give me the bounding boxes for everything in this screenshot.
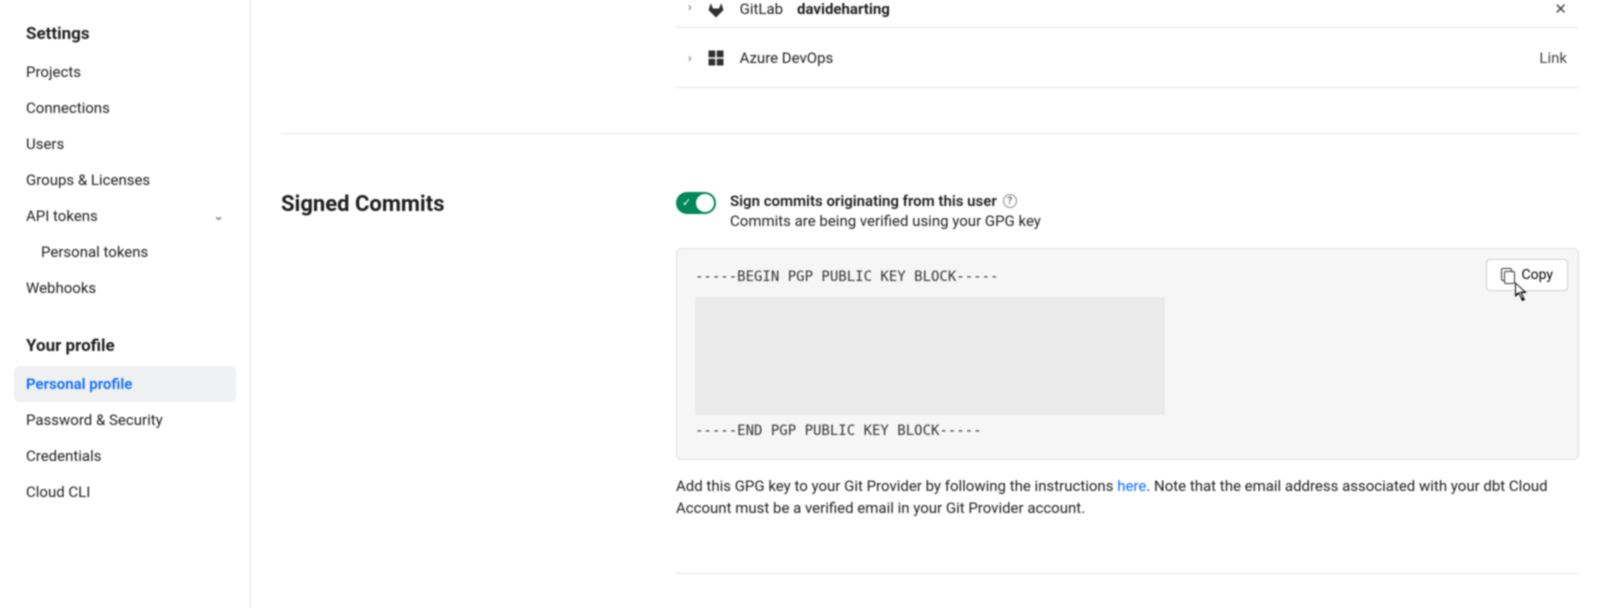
cursor-icon: [1515, 282, 1531, 304]
footnote-pre: Add this GPG key to your Git Provider by…: [676, 477, 1117, 495]
chevron-right-icon: ›: [688, 0, 692, 14]
signed-commits-section: Signed Commits ✓ Sign commits originatin…: [281, 134, 1579, 574]
sidebar-item-groups-licenses[interactable]: Groups & Licenses: [0, 162, 250, 198]
toggle-knob: [696, 194, 714, 212]
sidebar-item-label: Personal profile: [26, 375, 132, 393]
sidebar-item-label: Groups & Licenses: [26, 171, 150, 189]
sidebar-item-personal-profile[interactable]: Personal profile: [14, 366, 236, 402]
key-body-redacted: [695, 297, 1165, 415]
footnote: Add this GPG key to your Git Provider by…: [676, 476, 1579, 520]
azure-devops-icon: [706, 48, 726, 68]
copy-label: Copy: [1521, 267, 1553, 283]
provider-link-action[interactable]: Link: [1539, 49, 1567, 67]
sidebar-item-password-security[interactable]: Password & Security: [0, 402, 250, 438]
sidebar-item-label: Webhooks: [26, 279, 96, 297]
gpg-key-block: Copy -----BEGIN PGP PUBLIC KEY BLOCK----…: [676, 248, 1579, 460]
copy-icon: [1501, 268, 1514, 283]
sidebar-item-label: Cloud CLI: [26, 483, 90, 501]
help-icon[interactable]: ?: [1003, 194, 1017, 208]
provider-row-azure[interactable]: › Azure DevOps Link: [676, 28, 1579, 88]
sidebar-item-connections[interactable]: Connections: [0, 90, 250, 126]
sidebar-item-cloud-cli[interactable]: Cloud CLI: [0, 474, 250, 510]
sidebar-item-webhooks[interactable]: Webhooks: [0, 270, 250, 306]
sidebar-item-label: Password & Security: [26, 411, 163, 429]
settings-heading: Settings: [0, 14, 250, 54]
provider-username: davideharting: [797, 0, 890, 18]
toggle-sublabel: Commits are being verified using your GP…: [730, 212, 1041, 230]
sidebar-item-personal-tokens[interactable]: Personal tokens: [0, 234, 250, 270]
sidebar-item-label: Connections: [26, 99, 110, 117]
sidebar-item-label: API tokens: [26, 207, 98, 225]
sidebar-item-label: Projects: [26, 63, 81, 81]
provider-name: Azure DevOps: [740, 49, 834, 67]
sidebar-item-users[interactable]: Users: [0, 126, 250, 162]
gitlab-icon: [706, 0, 726, 20]
sidebar-item-projects[interactable]: Projects: [0, 54, 250, 90]
provider-row-gitlab[interactable]: › GitLab davideharting ✕: [676, 0, 1579, 28]
check-icon: ✓: [682, 196, 691, 209]
profile-heading: Your profile: [0, 326, 250, 366]
sidebar-item-label: Personal tokens: [41, 243, 148, 261]
footnote-link[interactable]: here: [1117, 477, 1146, 495]
key-end: -----END PGP PUBLIC KEY BLOCK-----: [695, 423, 1560, 439]
close-icon[interactable]: ✕: [1554, 0, 1567, 18]
chevron-down-icon: ⌄: [213, 209, 224, 224]
sidebar-item-label: Credentials: [26, 447, 101, 465]
provider-brand: GitLab: [740, 0, 783, 18]
sidebar-item-credentials[interactable]: Credentials: [0, 438, 250, 474]
sign-commits-toggle[interactable]: ✓: [676, 192, 716, 214]
section-title: Signed Commits: [281, 192, 636, 574]
main-content: › GitLab davideharting ✕ › Azure DevOps …: [251, 0, 1619, 608]
sidebar-item-api-tokens[interactable]: API tokens ⌄: [0, 198, 250, 234]
sidebar: Settings Projects Connections Users Grou…: [0, 0, 251, 608]
chevron-right-icon: ›: [688, 51, 692, 65]
key-begin: -----BEGIN PGP PUBLIC KEY BLOCK-----: [695, 269, 1560, 285]
toggle-label: Sign commits originating from this user: [730, 192, 997, 210]
copy-button[interactable]: Copy: [1486, 259, 1568, 291]
sidebar-item-label: Users: [26, 135, 64, 153]
